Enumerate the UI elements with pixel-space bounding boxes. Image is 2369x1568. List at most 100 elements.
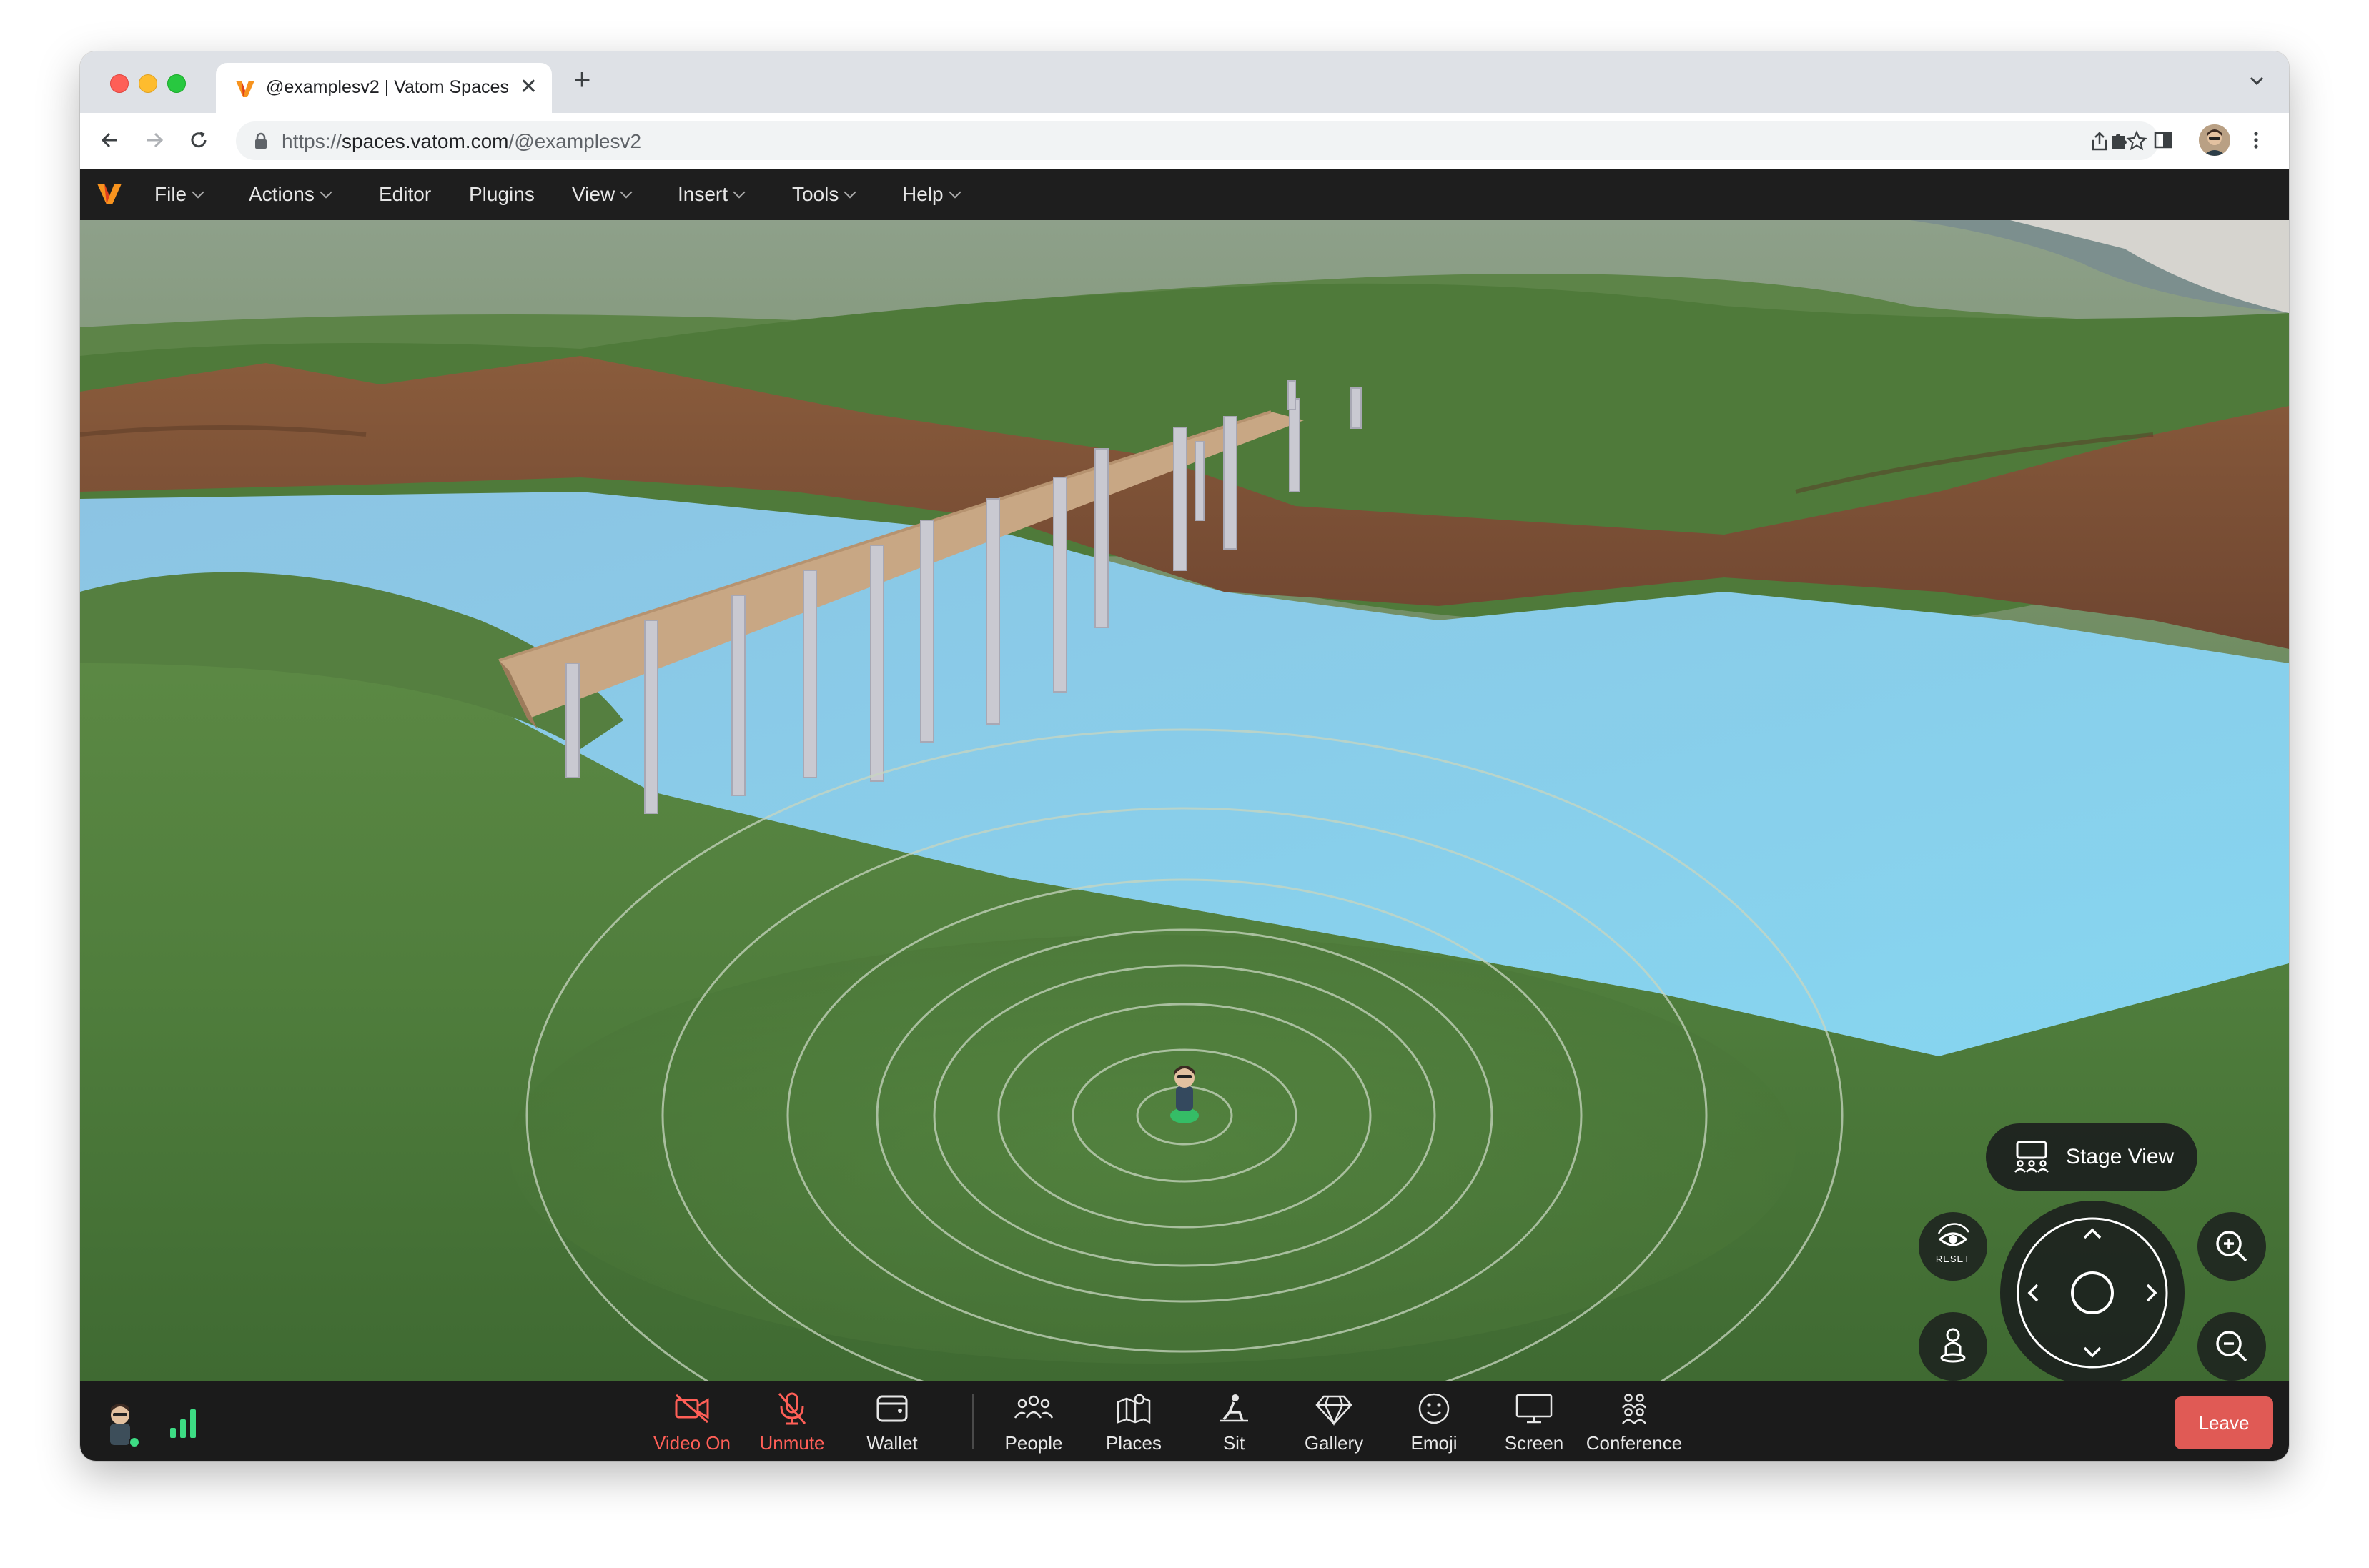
lock-icon xyxy=(255,132,267,149)
chevron-down-icon xyxy=(620,186,633,199)
address-bar: https://spaces.vatom.com/@examplesv2 xyxy=(80,113,2289,169)
close-window-button[interactable] xyxy=(110,74,129,93)
chevron-down-icon xyxy=(844,186,856,199)
dpad-right-chevron-icon[interactable] xyxy=(2143,1279,2160,1306)
zoom-out-icon xyxy=(2216,1331,2247,1362)
screen-label: Screen xyxy=(1504,1432,1564,1454)
url-text: https://spaces.vatom.com/@examplesv2 xyxy=(282,130,641,153)
url-scheme: https:// xyxy=(282,130,342,152)
back-arrow-icon[interactable] xyxy=(97,127,123,153)
vatom-favicon-icon xyxy=(236,81,254,97)
person-pin-icon xyxy=(1940,1328,1966,1363)
dpad-up-chevron-icon[interactable] xyxy=(2079,1225,2106,1242)
side-panel-icon[interactable] xyxy=(2152,129,2175,152)
url-path: /@examplesv2 xyxy=(508,130,642,152)
connection-signal-icon xyxy=(170,1409,196,1438)
tab-strip: @examplesv2 | Vatom Spaces ✕ + xyxy=(80,51,2289,113)
reset-label: RESET xyxy=(1935,1254,1971,1264)
menu-help[interactable]: Help xyxy=(902,183,961,206)
menu-actions-label: Actions xyxy=(249,183,315,205)
emoji-label: Emoji xyxy=(1410,1432,1458,1454)
browser-tab[interactable]: @examplesv2 | Vatom Spaces ✕ xyxy=(216,63,552,113)
menu-plugins-label: Plugins xyxy=(469,183,535,205)
wallet-label: Wallet xyxy=(866,1432,918,1454)
places-label: Places xyxy=(1105,1432,1162,1454)
zoom-in-button[interactable] xyxy=(2197,1212,2266,1281)
forward-arrow-icon[interactable] xyxy=(142,127,167,153)
menu-tools-label: Tools xyxy=(792,183,839,205)
url-field[interactable]: https://spaces.vatom.com/@examplesv2 xyxy=(236,121,2159,160)
profile-face-icon xyxy=(2199,124,2230,156)
dpad-down-chevron-icon[interactable] xyxy=(2079,1344,2106,1361)
mic-off-icon xyxy=(778,1392,806,1425)
screen-button[interactable]: Screen xyxy=(1484,1391,1584,1459)
browser-window: @examplesv2 | Vatom Spaces ✕ + https://s… xyxy=(80,51,2289,1461)
gallery-button[interactable]: Gallery xyxy=(1284,1391,1384,1459)
url-host: spaces.vatom.com xyxy=(342,130,509,152)
unmute-button[interactable]: Unmute xyxy=(742,1391,842,1459)
people-button[interactable]: People xyxy=(984,1391,1084,1459)
dpad-left-chevron-icon[interactable] xyxy=(2024,1279,2042,1306)
3d-scene[interactable] xyxy=(80,220,2289,1381)
zoom-window-button[interactable] xyxy=(167,74,186,93)
menu-tools[interactable]: Tools xyxy=(792,183,856,206)
tab-search-chevron-icon[interactable] xyxy=(2246,70,2267,91)
3d-viewport[interactable]: Stage View RESET xyxy=(80,220,2289,1381)
menu-editor-label: Editor xyxy=(379,183,432,205)
conference-button[interactable]: Conference xyxy=(1584,1391,1684,1459)
menu-view[interactable]: View xyxy=(572,183,633,206)
smile-icon xyxy=(1418,1393,1450,1424)
minimize-window-button[interactable] xyxy=(139,74,157,93)
emoji-button[interactable]: Emoji xyxy=(1384,1391,1484,1459)
vatom-logo-icon[interactable] xyxy=(96,182,123,206)
menu-insert-label: Insert xyxy=(678,183,728,205)
wallet-button[interactable]: Wallet xyxy=(842,1391,942,1459)
menu-help-label: Help xyxy=(902,183,944,205)
sit-button[interactable]: Sit xyxy=(1184,1391,1284,1459)
more-vertical-icon[interactable] xyxy=(2245,129,2267,152)
tab-close-icon[interactable]: ✕ xyxy=(520,74,538,99)
menu-file-label: File xyxy=(154,183,187,205)
menu-actions[interactable]: Actions xyxy=(249,183,332,206)
video-on-label: Video On xyxy=(653,1432,731,1454)
places-button[interactable]: Places xyxy=(1084,1391,1184,1459)
leave-button[interactable]: Leave xyxy=(2175,1396,2273,1449)
gem-icon xyxy=(1315,1395,1352,1426)
menu-file[interactable]: File xyxy=(154,183,204,206)
people-label: People xyxy=(1004,1432,1063,1454)
video-on-button[interactable]: Video On xyxy=(642,1391,742,1459)
video-off-icon xyxy=(675,1394,709,1424)
wallet-icon xyxy=(876,1395,908,1422)
zoom-out-button[interactable] xyxy=(2197,1312,2266,1381)
chevron-down-icon xyxy=(733,186,746,199)
reset-eye-icon xyxy=(1937,1223,1970,1246)
zoom-in-icon xyxy=(2216,1231,2247,1262)
chevron-down-icon xyxy=(192,186,204,199)
toolbar-divider xyxy=(972,1394,974,1449)
sit-label: Sit xyxy=(1222,1432,1245,1454)
new-tab-button[interactable]: + xyxy=(573,64,591,94)
self-avatar[interactable] xyxy=(100,1398,140,1448)
menu-editor[interactable]: Editor xyxy=(379,183,431,206)
stage-view-label: Stage View xyxy=(2066,1145,2175,1168)
menu-plugins[interactable]: Plugins xyxy=(469,183,535,206)
chevron-down-icon xyxy=(320,186,332,199)
unmute-label: Unmute xyxy=(759,1432,825,1454)
reload-icon[interactable] xyxy=(186,127,212,153)
profile-avatar[interactable] xyxy=(2199,124,2230,156)
avatar-focus-button[interactable] xyxy=(1919,1312,1987,1381)
extensions-puzzle-icon[interactable] xyxy=(2107,129,2130,152)
reset-camera-button[interactable]: RESET xyxy=(1919,1212,1987,1281)
map-icon xyxy=(1117,1394,1151,1424)
conference-label: Conference xyxy=(1586,1432,1683,1454)
movement-dpad[interactable] xyxy=(2000,1201,2185,1381)
menu-insert[interactable]: Insert xyxy=(678,183,746,206)
conference-icon xyxy=(1622,1394,1646,1424)
people-icon xyxy=(1014,1395,1054,1419)
monitor-icon xyxy=(1515,1394,1553,1424)
chevron-down-icon xyxy=(949,186,961,199)
stage-view-icon xyxy=(2014,1141,2049,1173)
tab-title: @examplesv2 | Vatom Spaces xyxy=(266,77,509,97)
self-avatar-icon xyxy=(110,1404,140,1448)
stage-view-button[interactable]: Stage View xyxy=(1986,1123,2197,1191)
